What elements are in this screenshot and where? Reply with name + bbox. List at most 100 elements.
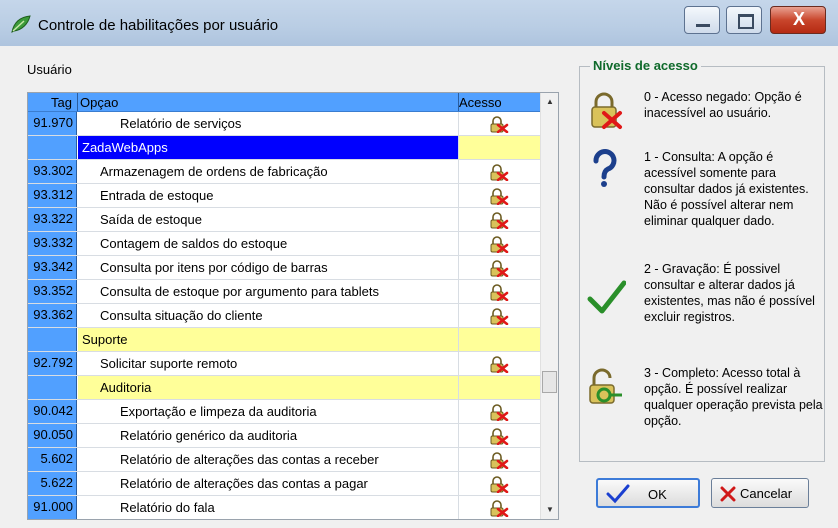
table-row[interactable]: 93.302 Armazenagem de ordens de fabricaçã… [28, 160, 540, 184]
table-row[interactable]: 90.042 Exportação e limpeza da auditoria [28, 400, 540, 424]
tag-cell: 90.042 [28, 400, 77, 423]
option-cell[interactable]: Solicitar suporte remoto [78, 352, 458, 375]
table-row[interactable]: 93.332 Contagem de saldos do estoque [28, 232, 540, 256]
access-cell[interactable] [458, 232, 540, 255]
option-cell[interactable]: Relatório genérico da auditoria [78, 424, 458, 447]
lock-denied-icon[interactable] [489, 236, 509, 253]
option-cell[interactable]: Consulta situação do cliente [78, 304, 458, 327]
access-cell[interactable] [458, 376, 540, 399]
access-cell[interactable] [458, 400, 540, 423]
lock-denied-icon[interactable] [489, 308, 509, 325]
option-cell[interactable]: Contagem de saldos do estoque [78, 232, 458, 255]
tag-cell: 93.302 [28, 160, 77, 183]
lock-denied-icon[interactable] [489, 476, 509, 493]
minimize-button[interactable] [684, 6, 720, 34]
option-cell[interactable]: Relatório de alterações das contas a rec… [78, 448, 458, 471]
table-row[interactable]: 91.970 Relatório de serviços [28, 112, 540, 136]
access-cell[interactable] [458, 352, 540, 375]
tag-cell: 91.000 [28, 496, 77, 519]
tag-cell: 92.792 [28, 352, 77, 375]
access-cell[interactable] [458, 112, 540, 135]
vertical-scrollbar[interactable]: ▲ ▼ [540, 93, 558, 519]
checkmark-icon [587, 280, 626, 314]
minimize-icon [696, 24, 710, 27]
table-row[interactable]: 91.000 Relatório do fala [28, 496, 540, 519]
level-text: 2 - Gravação: É possivel consultar e alt… [644, 262, 815, 324]
cancel-button[interactable]: Cancelar [711, 478, 809, 508]
access-cell[interactable] [458, 160, 540, 183]
lock-denied-icon[interactable] [489, 284, 509, 301]
table-row[interactable]: 5.602 Relatório de alterações das contas … [28, 448, 540, 472]
access-levels-title: Níveis de acesso [590, 58, 701, 73]
tag-cell: 93.312 [28, 184, 77, 207]
scroll-thumb[interactable] [542, 371, 557, 393]
scroll-down-arrow[interactable]: ▼ [541, 501, 558, 519]
access-cell[interactable] [458, 328, 540, 351]
access-cell[interactable] [458, 424, 540, 447]
lock-denied-icon[interactable] [489, 452, 509, 469]
unlock-icon [589, 368, 622, 404]
grid-header: Tag Opçao Acesso [28, 93, 540, 112]
access-cell[interactable] [458, 304, 540, 327]
access-cell[interactable] [458, 496, 540, 519]
access-cell[interactable] [458, 448, 540, 471]
table-row[interactable]: 93.362 Consulta situação do cliente [28, 304, 540, 328]
table-row[interactable]: 93.322 Saída de estoque [28, 208, 540, 232]
lock-denied-icon[interactable] [489, 404, 509, 421]
group-row[interactable]: Auditoria [28, 376, 540, 400]
tag-cell: 5.622 [28, 472, 77, 495]
lock-denied-icon[interactable] [489, 356, 509, 373]
tag-cell: 5.602 [28, 448, 77, 471]
option-cell[interactable]: Relatório de alterações das contas a pag… [78, 472, 458, 495]
option-cell[interactable]: ZadaWebApps [78, 136, 458, 159]
lock-denied-icon[interactable] [489, 116, 509, 133]
option-cell[interactable]: Entrada de estoque [78, 184, 458, 207]
access-cell[interactable] [458, 136, 540, 159]
table-row[interactable]: 92.792 Solicitar suporte remoto [28, 352, 540, 376]
table-row[interactable]: 93.342 Consulta por itens por código de b… [28, 256, 540, 280]
option-cell[interactable]: Auditoria [78, 376, 458, 399]
option-cell[interactable]: Armazenagem de ordens de fabricação [78, 160, 458, 183]
tag-cell [28, 376, 77, 399]
close-icon: X [792, 9, 805, 29]
access-cell[interactable] [458, 256, 540, 279]
option-cell[interactable]: Consulta por itens por código de barras [78, 256, 458, 279]
access-cell[interactable] [458, 184, 540, 207]
lock-denied-icon[interactable] [489, 260, 509, 277]
option-cell[interactable]: Relatório do fala [78, 496, 458, 519]
table-row[interactable]: 93.352 Consulta de estoque por argumento … [28, 280, 540, 304]
option-cell[interactable]: Consulta de estoque por argumento para t… [78, 280, 458, 303]
group-row[interactable]: ZadaWebApps [28, 136, 540, 160]
column-header-acesso[interactable]: Acesso [459, 95, 502, 110]
permissions-grid[interactable]: Tag Opçao Acesso 91.970 Relatório de serv… [27, 92, 559, 520]
option-cell[interactable]: Saída de estoque [78, 208, 458, 231]
access-cell[interactable] [458, 208, 540, 231]
level-text: 3 - Completo: Acesso total à opção. É po… [644, 366, 823, 428]
lock-denied-icon[interactable] [489, 212, 509, 229]
group-row[interactable]: Suporte [28, 328, 540, 352]
column-header-opcao[interactable]: Opçao [80, 95, 118, 110]
cancel-x-icon [720, 486, 736, 502]
lock-denied-icon[interactable] [489, 500, 509, 517]
checkmark-icon [606, 484, 630, 504]
option-cell[interactable]: Relatório de serviços [78, 112, 458, 135]
title-bar[interactable]: Controle de habilitações por usuário X [0, 0, 838, 46]
lock-denied-icon[interactable] [489, 164, 509, 181]
window-title: Controle de habilitações por usuário [38, 17, 279, 34]
table-row[interactable]: 90.050 Relatório genérico da auditoria [28, 424, 540, 448]
column-header-tag[interactable]: Tag [28, 95, 72, 110]
lock-denied-icon[interactable] [489, 428, 509, 445]
table-row[interactable]: 5.622 Relatório de alterações das contas … [28, 472, 540, 496]
maximize-icon [738, 14, 754, 29]
option-cell[interactable]: Exportação e limpeza da auditoria [78, 400, 458, 423]
option-cell[interactable]: Suporte [78, 328, 458, 351]
lock-denied-icon[interactable] [489, 188, 509, 205]
close-button[interactable]: X [770, 6, 826, 34]
scroll-up-arrow[interactable]: ▲ [541, 93, 558, 111]
maximize-button[interactable] [726, 6, 762, 34]
access-cell[interactable] [458, 280, 540, 303]
ok-button[interactable]: OK [596, 478, 700, 508]
access-cell[interactable] [458, 472, 540, 495]
column-divider[interactable] [77, 93, 78, 111]
table-row[interactable]: 93.312 Entrada de estoque [28, 184, 540, 208]
